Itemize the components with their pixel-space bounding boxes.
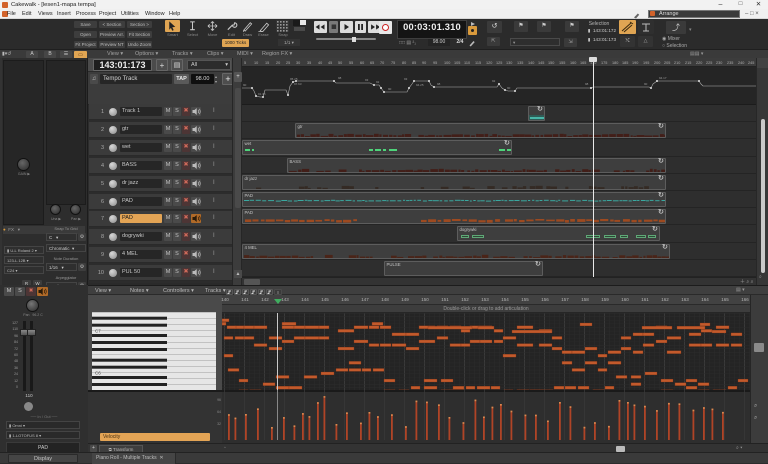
svg-text:92: 92 <box>376 80 380 84</box>
svg-text:93: 93 <box>404 77 408 81</box>
svg-text:95.25: 95.25 <box>290 77 298 81</box>
svg-text:90: 90 <box>243 83 247 87</box>
svg-text:C7: C7 <box>95 329 101 334</box>
svg-text:91.35: 91.35 <box>258 92 266 96</box>
svg-text:92: 92 <box>492 79 496 83</box>
svg-text:90: 90 <box>388 87 392 91</box>
svg-text:98: 98 <box>585 82 589 86</box>
svg-text:94.25: 94.25 <box>416 83 424 87</box>
svg-text:94.17: 94.17 <box>659 76 667 80</box>
svg-text:93: 93 <box>365 78 369 82</box>
svg-text:90: 90 <box>644 82 648 86</box>
svg-text:90: 90 <box>507 86 511 90</box>
svg-text:97.63: 97.63 <box>294 82 302 86</box>
svg-text:C6: C6 <box>95 371 101 376</box>
svg-text:98: 98 <box>437 82 441 86</box>
svg-text:98: 98 <box>338 76 342 80</box>
